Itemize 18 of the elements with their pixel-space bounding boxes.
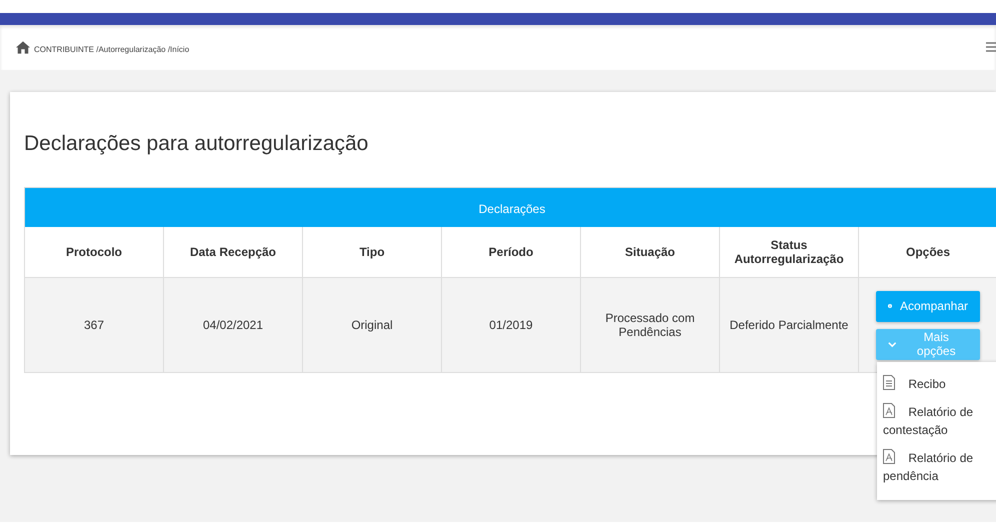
home-icon[interactable] [16,41,30,54]
menu-item[interactable]: Relatório de pendência [877,444,996,490]
table-cell: 04/02/2021 [164,278,303,372]
table-cell: Deferido Parcialmente [720,278,859,372]
pdf-icon [883,403,895,418]
menu-icon[interactable] [986,42,996,52]
page-title: Declarações para autorregularização [24,131,370,157]
chevron-icon [888,340,896,348]
table-cell: 367 [25,278,164,372]
table-cell: Original [303,278,442,372]
table-caption: Declarações [25,188,996,227]
document-icon [883,375,895,390]
menu-item[interactable]: Recibo [877,370,996,398]
menu-item[interactable]: Relatório de contestação [877,398,996,444]
breadcrumb: CONTRIBUINTE /Autorregularização /Início [34,44,190,54]
table-cell: Processado com Pendências [581,278,720,372]
table-cell: 01/2019 [442,278,581,372]
pdf-icon [883,449,895,464]
